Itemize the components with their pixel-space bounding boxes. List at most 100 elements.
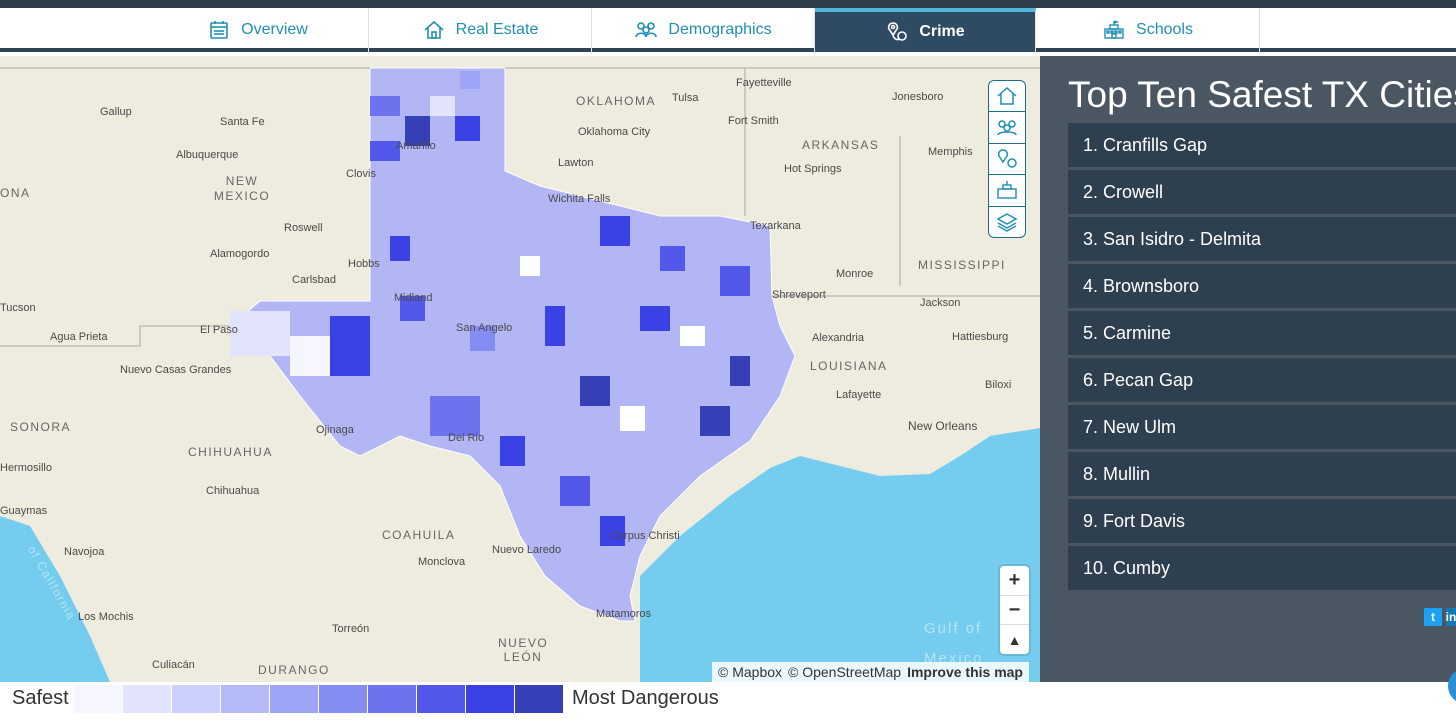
region-label: SONORA bbox=[10, 420, 72, 434]
legend-swatch bbox=[221, 685, 269, 713]
place-label: Tulsa bbox=[672, 92, 699, 104]
region-label: NEW MEXICO bbox=[213, 174, 271, 203]
place-label: Agua Prieta bbox=[50, 331, 108, 343]
place-label: Hot Springs bbox=[784, 163, 842, 175]
tab-label: Real Estate bbox=[455, 21, 539, 38]
city-rank-item[interactable]: 4. Brownsboro bbox=[1068, 264, 1456, 308]
region-label: OKLAHOMA bbox=[576, 94, 657, 108]
tab-label: Schools bbox=[1136, 21, 1193, 38]
mapbox-link[interactable]: © Mapbox bbox=[718, 664, 782, 680]
place-label: Midland bbox=[394, 292, 433, 304]
osm-link[interactable]: © OpenStreetMap bbox=[788, 664, 901, 680]
place-label: Albuquerque bbox=[176, 149, 239, 161]
top-strip bbox=[0, 0, 1456, 8]
tab-bar: Overview Real Estate Demographics Crime … bbox=[0, 8, 1456, 52]
map-legend: Safest Most Dangerous bbox=[0, 682, 1456, 722]
place-label: Del Rio bbox=[448, 432, 485, 444]
zoom-out-button[interactable]: − bbox=[1000, 596, 1029, 626]
place-label: Los Mochis bbox=[78, 611, 134, 623]
region-label: COAHUILA bbox=[382, 528, 456, 542]
region-label: NUEVO LEÓN bbox=[498, 636, 549, 664]
city-rank-item[interactable]: 3. San Isidro - Delmita bbox=[1068, 217, 1456, 261]
twitter-share-button[interactable]: t bbox=[1424, 608, 1442, 626]
school-icon bbox=[1104, 20, 1124, 39]
compass-icon[interactable]: ▲ bbox=[1000, 625, 1029, 654]
region-label: MISSISSIPPI bbox=[918, 258, 1006, 272]
city-rank-item[interactable]: 10. Cumby bbox=[1068, 546, 1456, 590]
place-label: Wichita Falls bbox=[548, 193, 611, 205]
place-label: Hattiesburg bbox=[952, 331, 1009, 343]
place-label: Clovis bbox=[346, 168, 376, 180]
city-rank-item[interactable]: 7. New Ulm bbox=[1068, 405, 1456, 449]
improve-map-link[interactable]: Improve this map bbox=[907, 664, 1023, 680]
place-label: Amarillo bbox=[396, 140, 436, 152]
house-icon bbox=[997, 87, 1017, 105]
place-label: Roswell bbox=[284, 222, 323, 234]
layer-control bbox=[988, 80, 1026, 238]
linkedin-share-button[interactable]: in bbox=[1446, 608, 1456, 626]
place-label: Oklahoma City bbox=[578, 126, 651, 138]
place-label: Gallup bbox=[100, 106, 132, 118]
zoom-control: + − ▲ bbox=[1000, 566, 1029, 654]
legend-low-label: Safest bbox=[12, 687, 69, 709]
place-label: Hermosillo bbox=[0, 462, 52, 474]
layer-real-estate-button[interactable] bbox=[989, 81, 1025, 113]
place-label: Hobbs bbox=[348, 258, 380, 270]
layer-schools-button[interactable] bbox=[989, 175, 1025, 207]
place-label: Nuevo Casas Grandes bbox=[120, 364, 232, 376]
city-rank-item[interactable]: 1. Cranfills Gap bbox=[1068, 123, 1456, 167]
tab-label: Crime bbox=[919, 23, 965, 40]
city-rank-item[interactable]: 8. Mullin bbox=[1068, 452, 1456, 496]
tab-crime[interactable]: Crime bbox=[815, 8, 1036, 52]
place-label: Corpus Christi bbox=[610, 530, 680, 542]
layers-icon bbox=[996, 212, 1018, 232]
map-attribution: © Mapbox © OpenStreetMap Improve this ma… bbox=[712, 662, 1029, 682]
house-icon bbox=[424, 20, 444, 39]
place-label: Jonesboro bbox=[892, 91, 944, 103]
choropleth-map[interactable]: Gallup Santa Fe Albuquerque Roswell Alam… bbox=[0, 56, 1040, 682]
city-rank-item[interactable]: 5. Carmine bbox=[1068, 311, 1456, 355]
place-label: El Paso bbox=[200, 324, 238, 336]
tab-real-estate[interactable]: Real Estate bbox=[369, 8, 592, 52]
region-label: DURANGO bbox=[258, 663, 330, 677]
tab-label: Demographics bbox=[668, 21, 772, 38]
place-label: Lafayette bbox=[836, 389, 882, 401]
legend-swatch bbox=[172, 685, 220, 713]
region-label: ARKANSAS bbox=[802, 138, 880, 152]
water-label: Gulf of bbox=[924, 620, 983, 637]
legend-swatch bbox=[515, 685, 563, 713]
tab-demographics[interactable]: Demographics bbox=[592, 8, 815, 52]
place-label: Tucson bbox=[0, 302, 36, 314]
layer-stack-button[interactable] bbox=[989, 207, 1025, 237]
tab-schools[interactable]: Schools bbox=[1036, 8, 1260, 52]
legend-swatch bbox=[123, 685, 171, 713]
school-icon bbox=[997, 181, 1017, 200]
tab-overview[interactable]: Overview bbox=[147, 8, 369, 52]
panel-title: Top Ten Safest TX Cities bbox=[1068, 74, 1456, 115]
place-label: Guaymas bbox=[0, 505, 48, 517]
place-label: Nuevo Laredo bbox=[492, 544, 562, 556]
region-label: CHIHUAHUA bbox=[188, 445, 273, 459]
city-rank-item[interactable]: 9. Fort Davis bbox=[1068, 499, 1456, 543]
place-label: Shreveport bbox=[772, 289, 826, 301]
city-rank-item[interactable]: 6. Pecan Gap bbox=[1068, 358, 1456, 402]
place-label: Fort Smith bbox=[728, 115, 779, 127]
place-label: Fayetteville bbox=[736, 77, 792, 89]
map-pin-icon bbox=[997, 149, 1017, 168]
zoom-in-button[interactable]: + bbox=[1000, 566, 1029, 596]
city-rank-list: 1. Cranfills Gap 2. Crowell 3. San Isidr… bbox=[1068, 123, 1456, 593]
place-label: Carlsbad bbox=[292, 274, 337, 286]
place-label: Ojinaga bbox=[316, 424, 354, 436]
calendar-icon bbox=[210, 21, 228, 39]
city-rank-item[interactable]: 2. Crowell bbox=[1068, 170, 1456, 214]
legend-high-label: Most Dangerous bbox=[572, 687, 719, 709]
place-label: Matamoros bbox=[596, 608, 652, 620]
place-label: Jackson bbox=[920, 297, 961, 309]
place-label: Monroe bbox=[836, 268, 874, 280]
layer-crime-button[interactable] bbox=[989, 144, 1025, 176]
place-label: Monclova bbox=[418, 556, 466, 568]
layer-demographics-button[interactable] bbox=[989, 112, 1025, 144]
place-label: Texarkana bbox=[750, 220, 801, 232]
place-label: Santa Fe bbox=[220, 116, 265, 128]
place-label: San Angelo bbox=[456, 322, 513, 334]
